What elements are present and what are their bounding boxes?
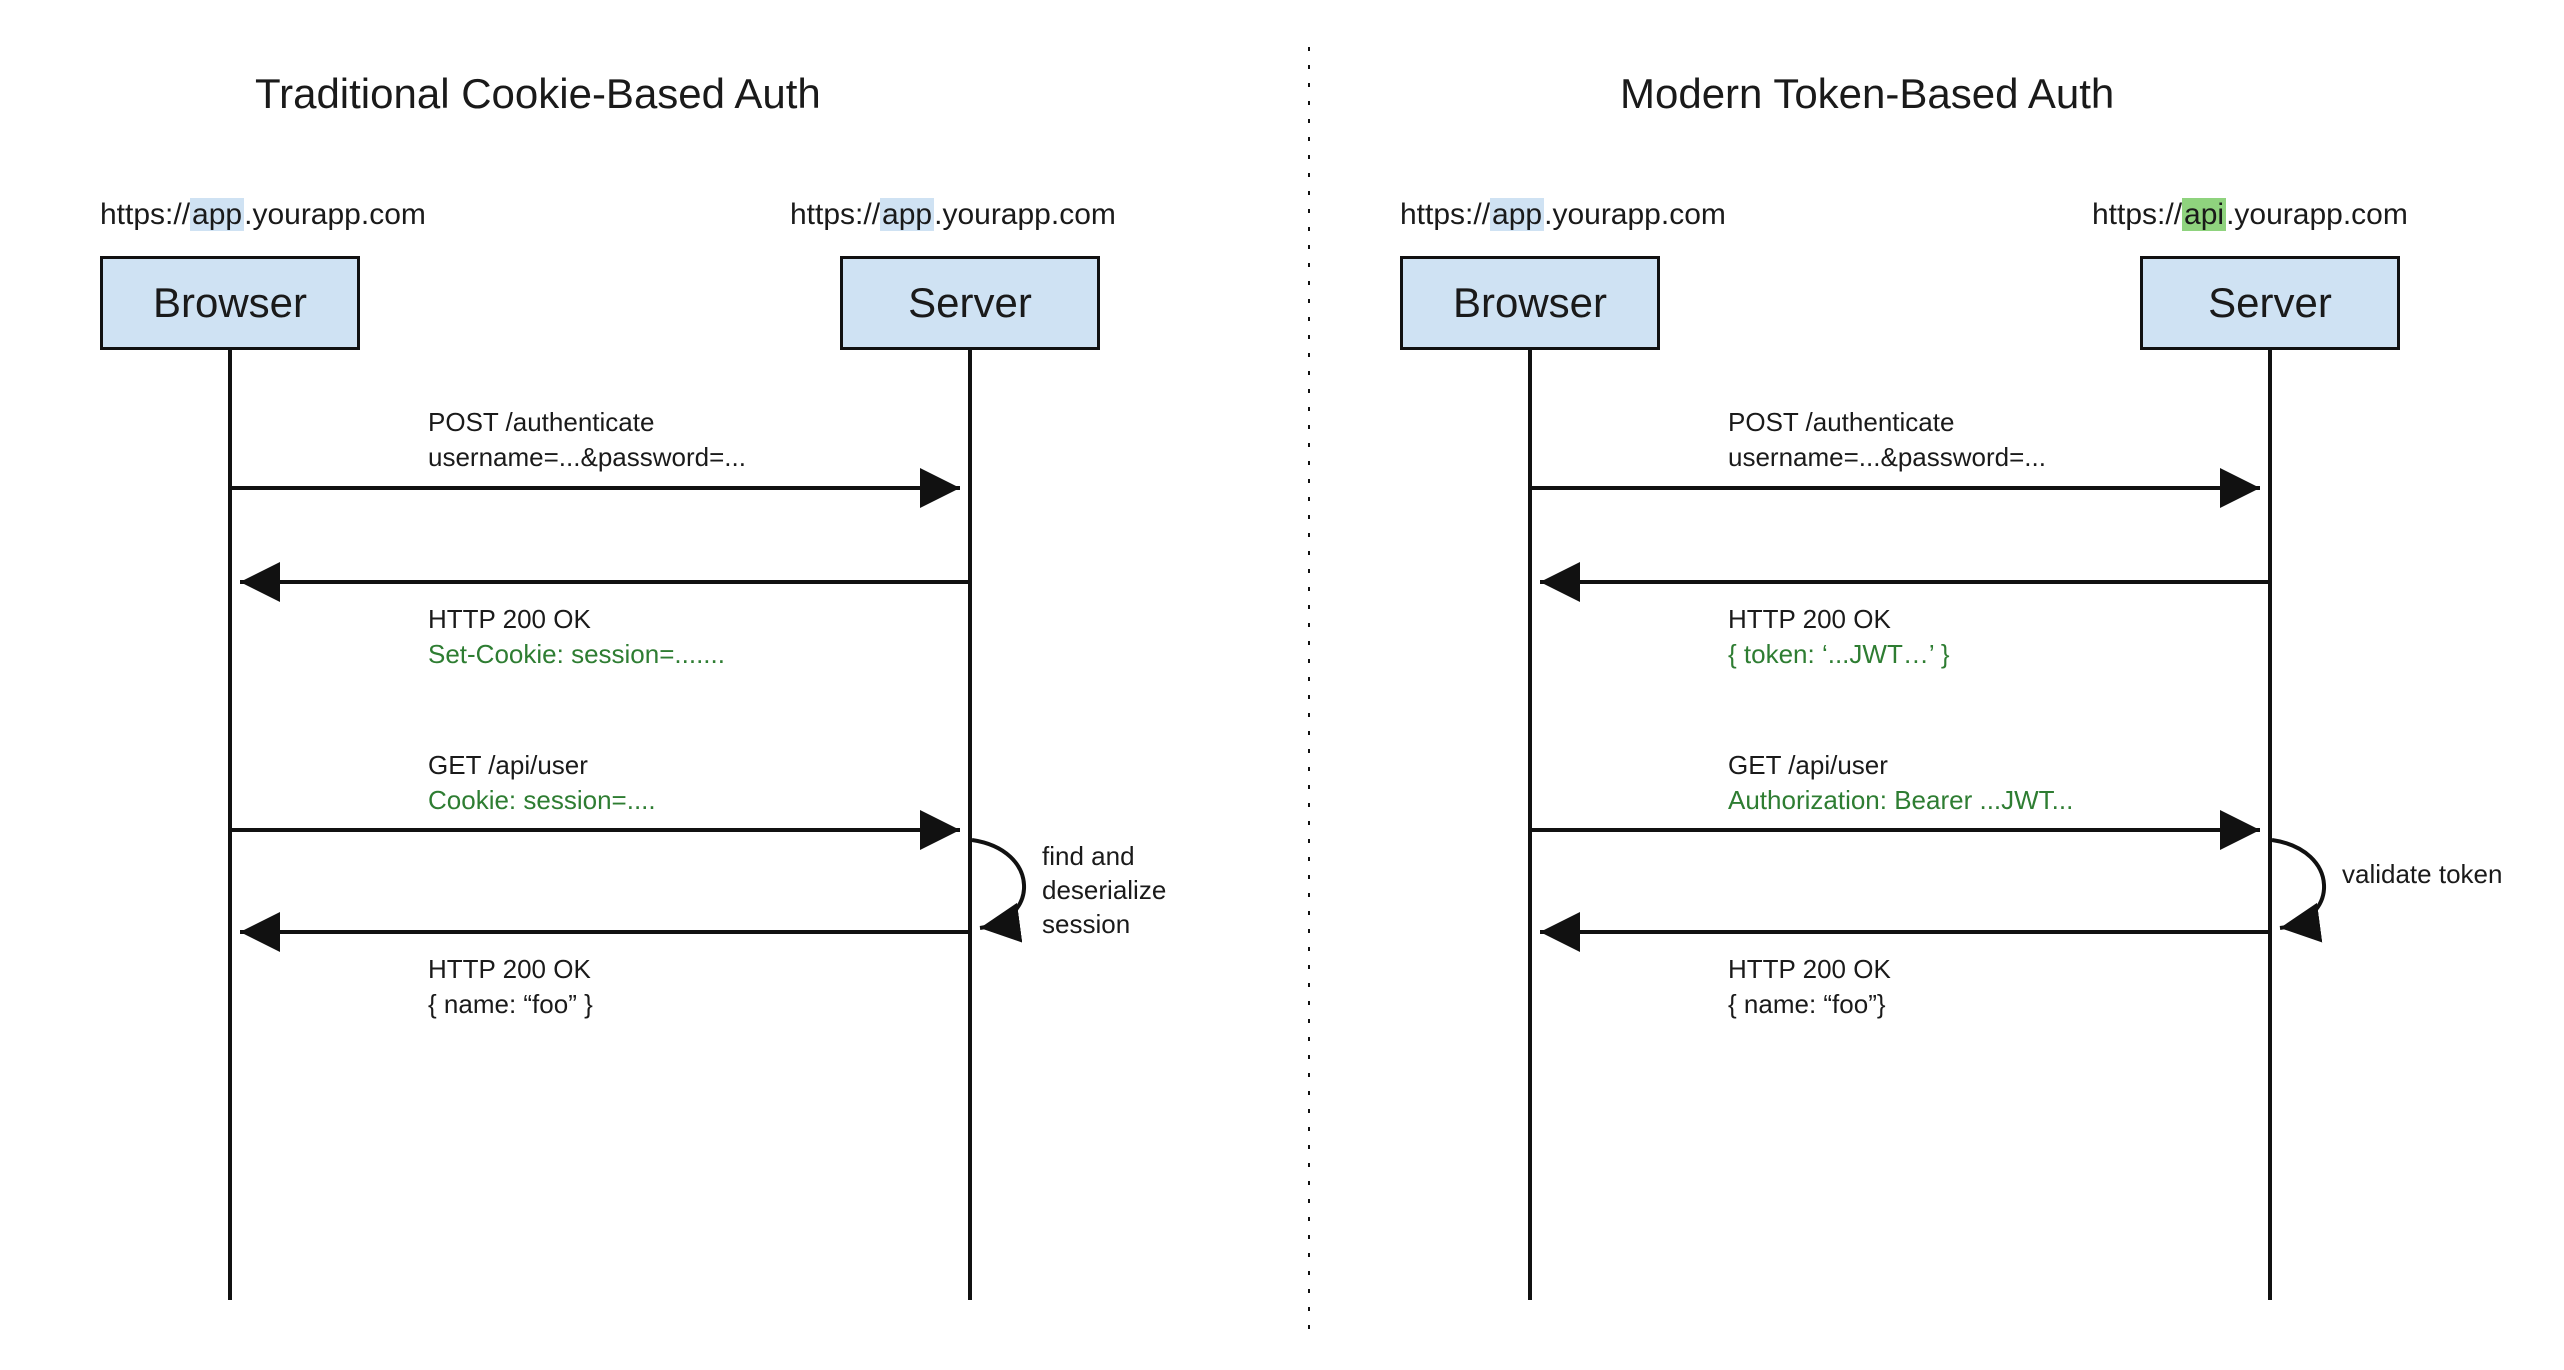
right-msg3: GET /api/user Authorization: Bearer ...J… [1728,748,2073,818]
right-self-note: validate token [2342,858,2502,892]
right-msg2b: { token: ‘...JWT…’ } [1728,639,1950,669]
right-msg1a: POST /authenticate [1728,407,1954,437]
right-msg2: HTTP 200 OK { token: ‘...JWT…’ } [1728,602,1950,672]
right-msg4a: HTTP 200 OK [1728,954,1891,984]
right-msg1b: username=...&password=... [1728,442,2046,472]
right-msg4: HTTP 200 OK { name: “foo”} [1728,952,1891,1022]
diagram-canvas: Traditional Cookie-Based Auth https://ap… [0,0,2564,1370]
right-msg1: POST /authenticate username=...&password… [1728,405,2046,475]
right-msg4b: { name: “foo”} [1728,989,1886,1019]
right-self-loop [2272,840,2324,928]
right-msg3a: GET /api/user [1728,750,1888,780]
right-arrows [0,0,2564,1370]
right-msg2a: HTTP 200 OK [1728,604,1891,634]
right-msg3b: Authorization: Bearer ...JWT... [1728,785,2073,815]
